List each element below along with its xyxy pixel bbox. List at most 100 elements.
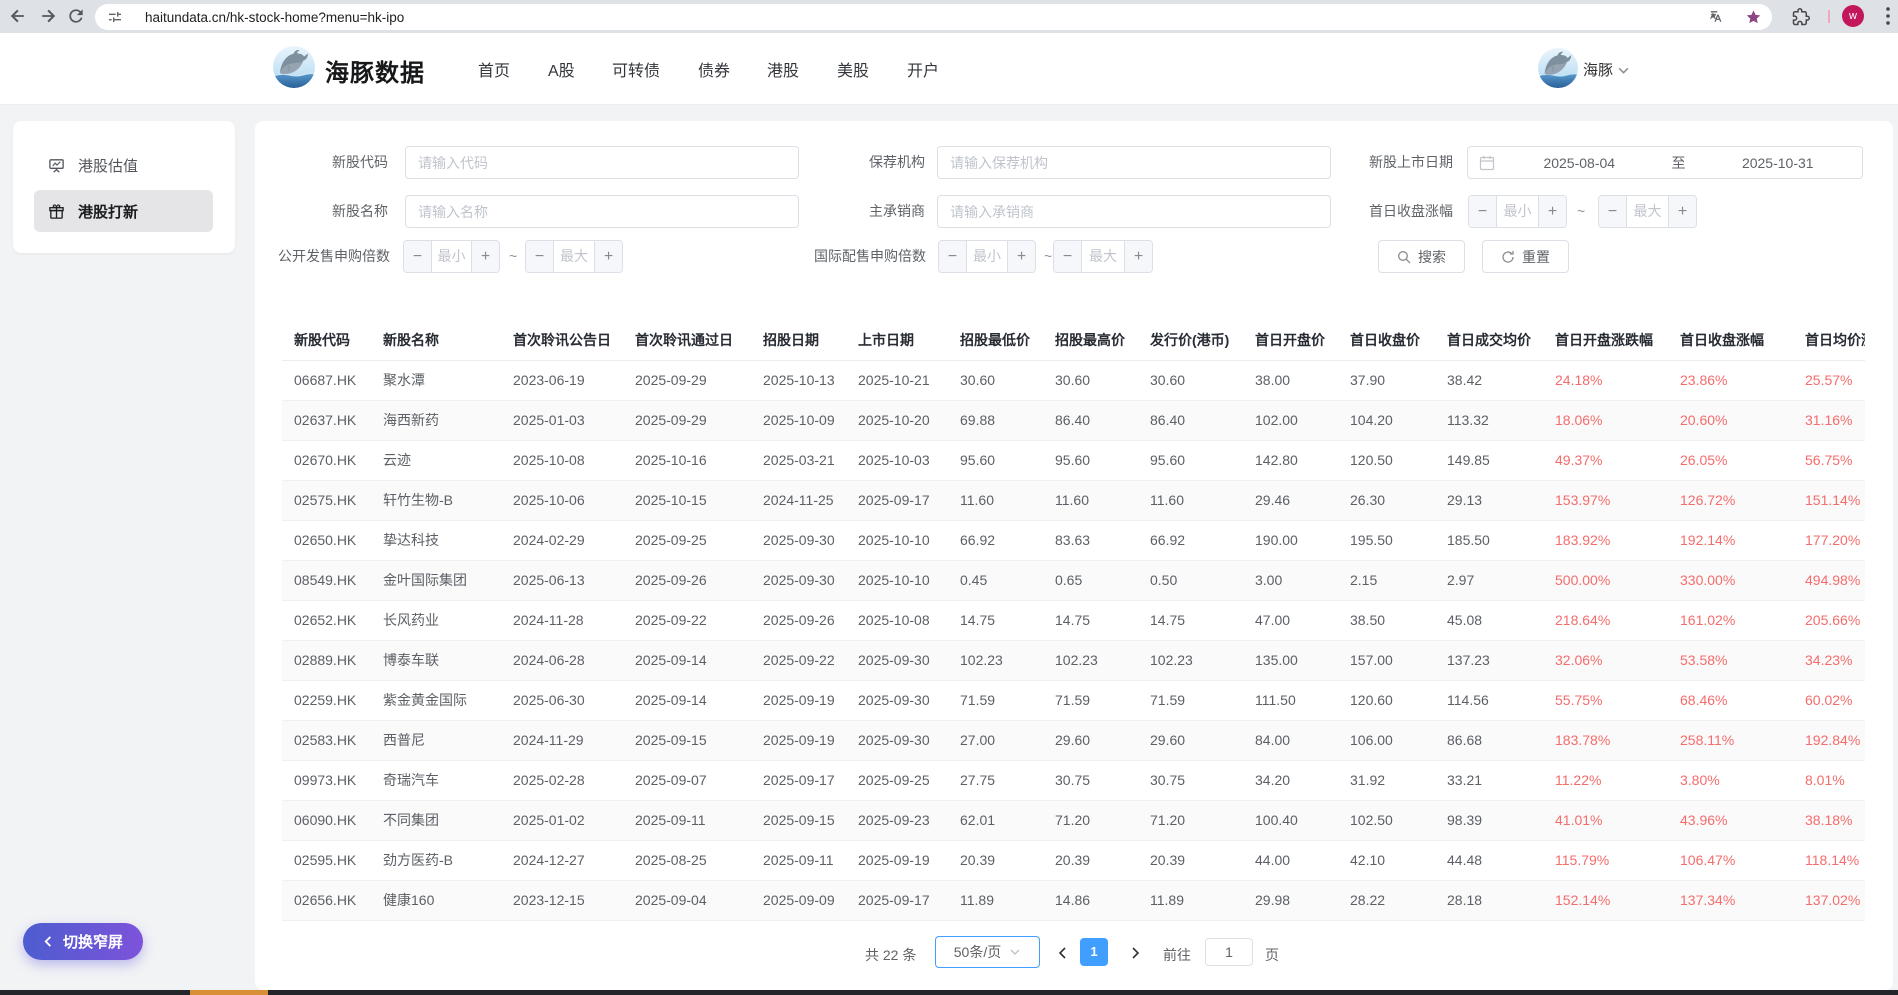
page-size-select[interactable]: 50条/页: [935, 936, 1040, 968]
public-offer-min-stepper[interactable]: − 最小 +: [403, 240, 500, 273]
table-cell: 185.50: [1435, 520, 1543, 561]
nav-item-1[interactable]: 首页: [478, 57, 510, 81]
first-day-close-max-stepper[interactable]: − 最大 +: [1598, 195, 1697, 228]
table-cell: 奇瑞汽车: [371, 760, 501, 801]
table-cell: 30.75: [1138, 760, 1243, 801]
toggle-narrow-screen-button[interactable]: 切换窄屏: [23, 923, 143, 960]
page-number-1[interactable]: 1: [1080, 938, 1108, 966]
table-cell: 47.00: [1243, 600, 1338, 641]
nav-item-2[interactable]: A股: [548, 57, 575, 81]
minus-button[interactable]: −: [1599, 196, 1627, 227]
nav-item-4[interactable]: 债券: [698, 57, 730, 81]
table-cell: 34.20: [1243, 760, 1338, 801]
table-cell: 2025-10-10: [846, 560, 948, 601]
table-cell: 14.75: [948, 600, 1043, 641]
table-cell: 56.75%: [1793, 440, 1865, 481]
user-avatar[interactable]: [1538, 48, 1578, 88]
url-text[interactable]: haitundata.cn/hk-stock-home?menu=hk-ipo: [145, 10, 404, 25]
nav-item-6[interactable]: 美股: [837, 57, 869, 81]
browser-menu-icon[interactable]: [1886, 6, 1890, 26]
minus-button[interactable]: −: [939, 241, 967, 272]
table-cell: 2025-09-17: [846, 880, 948, 921]
extensions-icon[interactable]: [1792, 8, 1810, 26]
table-cell: 28.18: [1435, 880, 1543, 921]
plus-button[interactable]: +: [1124, 241, 1152, 272]
table-row: 02650.HK 挚达科技 2024-02-29 2025-09-25 2025-09-…: [282, 520, 1865, 561]
stock-code-input[interactable]: [405, 146, 799, 179]
first-day-close-min-stepper[interactable]: − 最小 +: [1468, 195, 1567, 228]
table-cell: 38.42: [1435, 360, 1543, 401]
bookmark-star-icon[interactable]: [1745, 9, 1762, 26]
table-cell: 32.06%: [1543, 640, 1668, 681]
stock-code-label: 新股代码: [332, 154, 388, 170]
table-cell: 29.60: [1043, 720, 1138, 761]
brand-title[interactable]: 海豚数据: [325, 53, 425, 88]
browser-profile-avatar[interactable]: w: [1842, 5, 1864, 27]
table-cell: 118.14%: [1793, 840, 1865, 881]
table-cell: 86.40: [1043, 400, 1138, 441]
table-cell: 2025-09-30: [846, 680, 948, 721]
sidebar-item-hk-valuation[interactable]: 港股估值: [34, 144, 213, 186]
table-cell: 153.97%: [1543, 480, 1668, 521]
table-cell: 102.00: [1243, 400, 1338, 441]
nav-item-3[interactable]: 可转债: [612, 57, 660, 81]
intl-offer-max-stepper[interactable]: − 最大 +: [1053, 240, 1153, 273]
table-cell: 71.20: [1043, 800, 1138, 841]
table-row: 02889.HK 博泰车联 2024-06-28 2025-09-14 2025-09-…: [282, 640, 1865, 681]
table-cell: 31.92: [1338, 760, 1435, 801]
table-cell: 106.47%: [1668, 840, 1793, 881]
url-bar[interactable]: haitundata.cn/hk-stock-home?menu=hk-ipo: [95, 4, 1772, 30]
minus-button[interactable]: −: [1054, 241, 1082, 272]
table-cell: 53.58%: [1668, 640, 1793, 681]
minus-button[interactable]: −: [404, 241, 432, 272]
intl-offer-min-stepper[interactable]: − 最小 +: [938, 240, 1036, 273]
translate-icon[interactable]: [1708, 9, 1725, 26]
table-cell: 494.98%: [1793, 560, 1865, 601]
public-offer-max-stepper[interactable]: − 最大 +: [525, 240, 623, 273]
next-page-icon[interactable]: [1127, 945, 1143, 961]
table-row: 02575.HK 轩竹生物-B 2025-10-06 2025-10-15 2024-1…: [282, 480, 1865, 521]
sidebar-item-hk-ipo[interactable]: 港股打新: [34, 190, 213, 232]
search-button[interactable]: 搜索: [1378, 240, 1465, 273]
table-cell: 137.02%: [1793, 880, 1865, 921]
plus-button[interactable]: +: [1007, 241, 1035, 272]
plus-button[interactable]: +: [1668, 196, 1696, 227]
listing-date-range[interactable]: 2025-08-04 至 2025-10-31: [1467, 146, 1863, 179]
table-row: 02583.HK 西普尼 2024-11-29 2025-09-15 2025-09-1…: [282, 720, 1865, 761]
table-cell: 83.63: [1043, 520, 1138, 561]
back-icon[interactable]: [8, 6, 28, 26]
date-to[interactable]: 2025-10-31: [1694, 155, 1863, 171]
stock-name-input[interactable]: [405, 195, 799, 228]
site-settings-icon[interactable]: [107, 9, 123, 25]
nav-item-7[interactable]: 开户: [907, 57, 939, 81]
minus-button[interactable]: −: [526, 241, 554, 272]
reset-button[interactable]: 重置: [1482, 240, 1569, 273]
nav-item-5[interactable]: 港股: [767, 57, 799, 81]
plus-button[interactable]: +: [594, 241, 622, 272]
column-header: 上市日期: [846, 320, 948, 361]
plus-button[interactable]: +: [471, 241, 499, 272]
forward-icon[interactable]: [38, 6, 58, 26]
table-cell: 62.01: [948, 800, 1043, 841]
table-cell: 2025-10-03: [846, 440, 948, 481]
date-from[interactable]: 2025-08-04: [1495, 155, 1664, 171]
chevron-down-icon[interactable]: [1617, 64, 1630, 77]
table-cell: 142.80: [1243, 440, 1338, 481]
plus-button[interactable]: +: [1538, 196, 1566, 227]
prev-page-icon[interactable]: [1055, 945, 1071, 961]
table-cell: 66.92: [1138, 520, 1243, 561]
underwriter-input[interactable]: [937, 195, 1331, 228]
reload-icon[interactable]: [66, 6, 86, 26]
taskbar-orange-segment: [190, 990, 268, 995]
logo[interactable]: [273, 46, 315, 88]
table-cell: 2025-09-15: [623, 720, 751, 761]
table-cell: 183.78%: [1543, 720, 1668, 761]
minus-button[interactable]: −: [1469, 196, 1497, 227]
table-cell: 60.02%: [1793, 680, 1865, 721]
table-cell: 06687.HK: [282, 360, 371, 401]
user-name[interactable]: 海豚: [1583, 59, 1613, 80]
table-cell: 14.75: [1138, 600, 1243, 641]
sponsor-input[interactable]: [937, 146, 1331, 179]
goto-page-input[interactable]: [1205, 938, 1253, 966]
table-cell: 115.79%: [1543, 840, 1668, 881]
